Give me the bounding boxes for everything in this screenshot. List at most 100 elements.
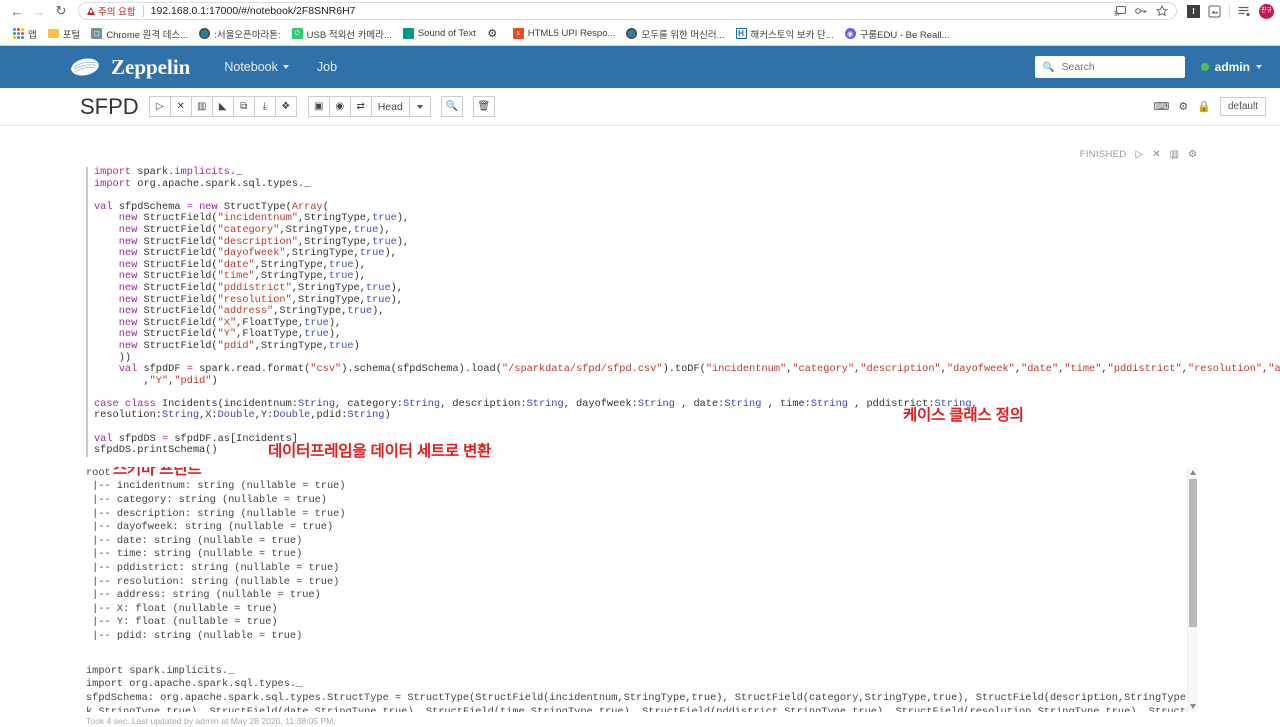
output-tail: import spark.implicits._ import org.apac…: [86, 665, 1197, 712]
star-icon[interactable]: [1156, 5, 1168, 17]
reload-icon[interactable]: ↻: [50, 1, 72, 21]
back-arrow-icon[interactable]: ←: [6, 1, 28, 21]
scroll-up-icon[interactable]: [1189, 469, 1196, 475]
code-line: new StructField("date",StringType,true),: [118, 258, 366, 271]
user-menu[interactable]: admin: [1200, 60, 1262, 74]
code-line: new StructField("category",StringType,tr…: [118, 223, 391, 236]
cast-icon[interactable]: [1114, 6, 1126, 16]
bookmark-label: 앱: [28, 29, 37, 41]
forward-arrow-icon[interactable]: →: [28, 1, 50, 21]
output-scrollbar[interactable]: [1187, 466, 1197, 712]
bookmark-label: 포털: [62, 29, 81, 41]
find-replace-button[interactable]: 🔍: [440, 96, 463, 117]
zeppelin-navbar: Zeppelin Notebook Job 🔍 admin: [0, 46, 1280, 88]
zeppelin-navbar-right: 🔍 admin: [1034, 56, 1262, 78]
code-line: new StructField("description",StringType…: [118, 235, 410, 248]
collapse-all-button[interactable]: ✕: [169, 96, 192, 117]
avatar[interactable]: 친규: [1259, 3, 1274, 19]
address-bar[interactable]: 주의 요함 192.168.0.1:17000/#/notebook/2F8SN…: [78, 2, 1177, 20]
code-editor[interactable]: import spark.implicits._ import org.apac…: [86, 166, 1280, 459]
chrome-divider: [1229, 4, 1230, 18]
personalized-mode-button[interactable]: ⇄: [349, 96, 372, 117]
bookmark-item[interactable]: 🌐 :서울오픈마라톤:: [194, 25, 285, 43]
run-paragraph-icon[interactable]: ▷: [1135, 149, 1143, 160]
paragraph-status-bar: FINISHED ▷ ✕ ▥ ⚙: [1080, 149, 1197, 160]
url-text: 192.168.0.1:17000/#/notebook/2F8SNR6H7: [150, 5, 356, 17]
bookmark-item[interactable]: ☐ Chrome 원격 데스...: [86, 25, 193, 43]
gear-icon: ⚙: [487, 28, 498, 40]
output-line: |-- Y: float (nullable = true): [86, 616, 278, 629]
bookmark-item[interactable]: 5 HTML5 UPI Respo...: [508, 26, 621, 41]
key-icon[interactable]: [1135, 6, 1147, 16]
gear-icon[interactable]: ⚙: [1178, 100, 1188, 113]
output-line: k,StringType,true), StructField(date,Str…: [86, 705, 1197, 712]
usb-icon: ⏻: [291, 28, 303, 39]
bookmark-item[interactable]: 포털: [43, 25, 85, 43]
search-icon: 🔍: [1042, 61, 1055, 73]
output-root-line: root: [86, 466, 111, 479]
bookmark-item[interactable]: ⚙: [482, 26, 507, 41]
lock-icon[interactable]: 🔒: [1197, 100, 1211, 113]
global-search-box[interactable]: 🔍: [1034, 56, 1185, 78]
keyboard-shortcut-icon[interactable]: ⌨: [1154, 100, 1170, 113]
head-select[interactable]: Head: [370, 96, 410, 117]
bookmark-item[interactable]: 🌐 모두를 위한 머신러...: [621, 25, 729, 43]
bookmark-label: HTML5 UPI Respo...: [527, 28, 616, 39]
hide-editor-icon[interactable]: ✕: [1152, 149, 1160, 160]
zeppelin-brand[interactable]: Zeppelin: [68, 55, 190, 80]
html5-icon: 5: [512, 28, 524, 39]
code-line: import org.apache.spark.sql.types._: [94, 177, 311, 190]
bookmark-item[interactable]: Sound of Text: [398, 26, 481, 41]
scroll-down-icon[interactable]: [1189, 703, 1196, 709]
code-line: )): [118, 351, 132, 364]
status-badge: FINISHED: [1079, 149, 1127, 160]
chrome-extension-icons: I 친규: [1183, 3, 1274, 19]
schedule-cron-button[interactable]: ◉: [328, 96, 351, 117]
show-hide-code-button[interactable]: ▥: [190, 96, 213, 117]
paragraph-settings-icon[interactable]: ⚙: [1188, 149, 1197, 160]
bookmark-item[interactable]: ◉ 구룸EDU - Be Reall...: [840, 25, 955, 43]
globe-icon: 🌐: [626, 28, 638, 39]
search-input[interactable]: [1059, 60, 1177, 74]
code-line: new StructField("X",FloatType,true),: [118, 316, 342, 329]
warning-triangle-icon: [87, 7, 95, 15]
page-title[interactable]: SFPD: [80, 94, 139, 120]
chevron-down-icon: [1256, 65, 1262, 69]
bookmark-item[interactable]: 앱: [8, 25, 42, 43]
hide-output-icon[interactable]: ▥: [1170, 149, 1179, 160]
bookmark-label: :서울오픈마라톤:: [214, 29, 281, 41]
extension-puzzle-icon[interactable]: [1208, 5, 1221, 18]
bookmark-item[interactable]: ⏻ USB 적외선 카메라...: [287, 25, 397, 43]
clone-notebook-button[interactable]: ⧉: [232, 96, 255, 117]
goorm-icon: ◉: [844, 28, 856, 39]
scrollbar-thumb[interactable]: [1189, 478, 1197, 627]
show-hide-output-button[interactable]: ◣: [211, 96, 234, 117]
code-line: new StructField("pddistrict",StringType,…: [118, 281, 403, 294]
not-secure-label: 주의 요함: [98, 7, 136, 18]
output-line: |-- X: float (nullable = true): [86, 602, 278, 615]
zeppelin-brand-label: Zeppelin: [111, 54, 191, 79]
chrome-menu-icon[interactable]: [1238, 6, 1251, 17]
output-line: |-- pddistrict: string (nullable = true): [86, 562, 340, 574]
head-select-caret[interactable]: [408, 96, 431, 117]
paragraph-header: FINISHED ▷ ✕ ▥ ⚙: [86, 149, 1197, 165]
code-line: new StructField("incidentnum",StringType…: [118, 212, 410, 225]
interpreter-binding-badge[interactable]: default: [1219, 97, 1266, 116]
paragraph: FINISHED ▷ ✕ ▥ ⚙ import spark.implicits.…: [85, 148, 1280, 727]
trash-button[interactable]: 🗑: [472, 96, 495, 117]
export-notebook-button[interactable]: ⤓: [253, 96, 276, 117]
version-control-button[interactable]: ❖: [274, 96, 297, 117]
code-line: new StructField("address",StringType,tru…: [118, 305, 385, 318]
bookmark-label: 해커스토익 보카 단...: [750, 29, 834, 41]
clear-output-button[interactable]: ▣: [307, 96, 330, 117]
bookmark-item[interactable]: H 해커스토익 보카 단...: [731, 25, 839, 43]
extension-badge-icon[interactable]: I: [1187, 4, 1200, 18]
paragraph-footer: Took 4 sec. Last updated by admin at May…: [86, 715, 336, 726]
menu-job[interactable]: Job: [317, 60, 337, 74]
chevron-down-icon: [282, 65, 289, 69]
menu-notebook[interactable]: Notebook: [224, 60, 289, 74]
not-secure-indicator[interactable]: 주의 요함: [87, 4, 136, 18]
user-label: admin: [1214, 60, 1250, 74]
connection-status-dot: [1200, 63, 1209, 71]
run-all-button[interactable]: ▷: [148, 96, 171, 117]
